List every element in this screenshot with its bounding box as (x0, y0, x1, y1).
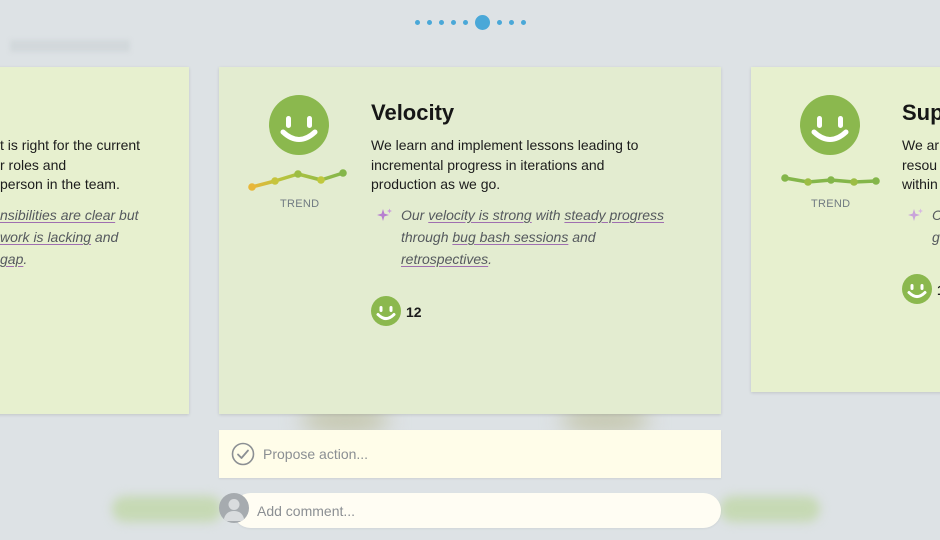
description-line: We learn and implement lessons leading t… (371, 137, 639, 153)
insight-text: Our (401, 207, 429, 223)
insight-text: and (91, 229, 119, 245)
check-circle-icon[interactable] (231, 442, 255, 466)
pager-dot[interactable] (508, 19, 514, 25)
ai-sparkle-icon (377, 208, 392, 221)
feedback-card-left[interactable]: t is right for the current r roles and p… (0, 67, 189, 414)
feedback-card-velocity[interactable]: TREND Velocity We learn and implement le… (219, 67, 721, 414)
propose-action-field[interactable]: Propose action... (219, 430, 721, 478)
trend-label: TREND (811, 198, 851, 210)
insight-link[interactable]: steady progress (564, 207, 664, 223)
insight-text: . (23, 251, 28, 267)
pager-dot[interactable] (450, 19, 456, 25)
user-avatar (219, 493, 249, 523)
pager-dot-active[interactable] (474, 14, 490, 30)
propose-action-placeholder: Propose action... (263, 446, 369, 462)
vote-count: 12 (406, 304, 422, 320)
card-title: Sup (902, 100, 940, 125)
background-text (10, 40, 130, 52)
add-comment-placeholder: Add comment... (257, 503, 356, 519)
trend-sparkline (248, 169, 347, 191)
user-avatar-icon (223, 499, 245, 521)
background-bar (112, 496, 222, 522)
ai-insight: nsibilities are clear but work is lacking… (0, 204, 189, 270)
insight-link[interactable]: bug bash sessions (452, 229, 568, 245)
pager-dot[interactable] (426, 19, 432, 25)
insight-text: through (401, 229, 453, 245)
insight-text: g (932, 229, 940, 245)
ai-sparkle-icon (908, 208, 923, 221)
card-description: t is right for the current r roles and p… (0, 136, 189, 195)
insight-link[interactable]: retrospectives (401, 251, 488, 267)
pager-dot[interactable] (520, 19, 526, 25)
insight-line: nsibilities are clear but (0, 204, 189, 226)
insight-line: gap. (0, 248, 189, 270)
description-line: r roles and (0, 156, 67, 173)
vote-smiley-icon[interactable] (371, 296, 401, 326)
background-bar (720, 496, 820, 522)
vote-smiley-icon[interactable] (902, 274, 932, 304)
trend-label: TREND (280, 198, 320, 210)
insight-link[interactable]: nsibilities are clear (0, 207, 115, 223)
pager-dot[interactable] (462, 19, 468, 25)
feedback-card-right[interactable]: TREND Sup We ar resou within Cg 1 (751, 67, 940, 392)
insight-text: and (568, 229, 596, 245)
description-line: production as we go. (371, 176, 501, 192)
description-line: resou (902, 156, 938, 173)
smiley-face-icon (269, 95, 329, 155)
insight-text: . (488, 251, 493, 267)
ai-insight: Cg (932, 204, 940, 248)
background-text (8, 0, 68, 8)
insight-line: work is lacking and (0, 226, 189, 248)
description-line: person in the team. (0, 176, 120, 192)
description-line: t is right for the current (0, 137, 141, 153)
insight-line: Our velocity is strong with steady progr… (401, 204, 701, 226)
pager-dot[interactable] (496, 19, 502, 25)
insight-line: retrospectives. (401, 248, 701, 270)
pager-dot[interactable] (438, 19, 444, 25)
insight-link[interactable]: gap (0, 251, 23, 267)
insight-line: C (932, 204, 940, 226)
carousel-pager (0, 14, 940, 30)
insight-line: g (932, 226, 940, 248)
insight-text: C (932, 207, 940, 223)
card-description: We ar resou within (902, 136, 939, 195)
description-line: We ar (902, 137, 940, 153)
add-comment-field[interactable]: Add comment... (233, 493, 721, 528)
insight-text: with (531, 207, 565, 223)
description-line: incremental progress in iterations and (371, 156, 605, 173)
insight-line: through bug bash sessions and (401, 226, 701, 248)
card-description: We learn and implement lessons leading t… (371, 136, 711, 195)
insight-text: but (115, 207, 139, 223)
insight-link[interactable]: velocity is strong (428, 207, 531, 223)
ai-insight: Our velocity is strong with steady progr… (401, 204, 701, 270)
card-title: Velocity (371, 100, 455, 125)
insight-link[interactable]: work is lacking (0, 229, 91, 245)
trend-sparkline (781, 174, 880, 186)
smiley-face-icon (800, 95, 860, 155)
description-line: within (902, 176, 938, 192)
pager-dot[interactable] (414, 19, 420, 25)
